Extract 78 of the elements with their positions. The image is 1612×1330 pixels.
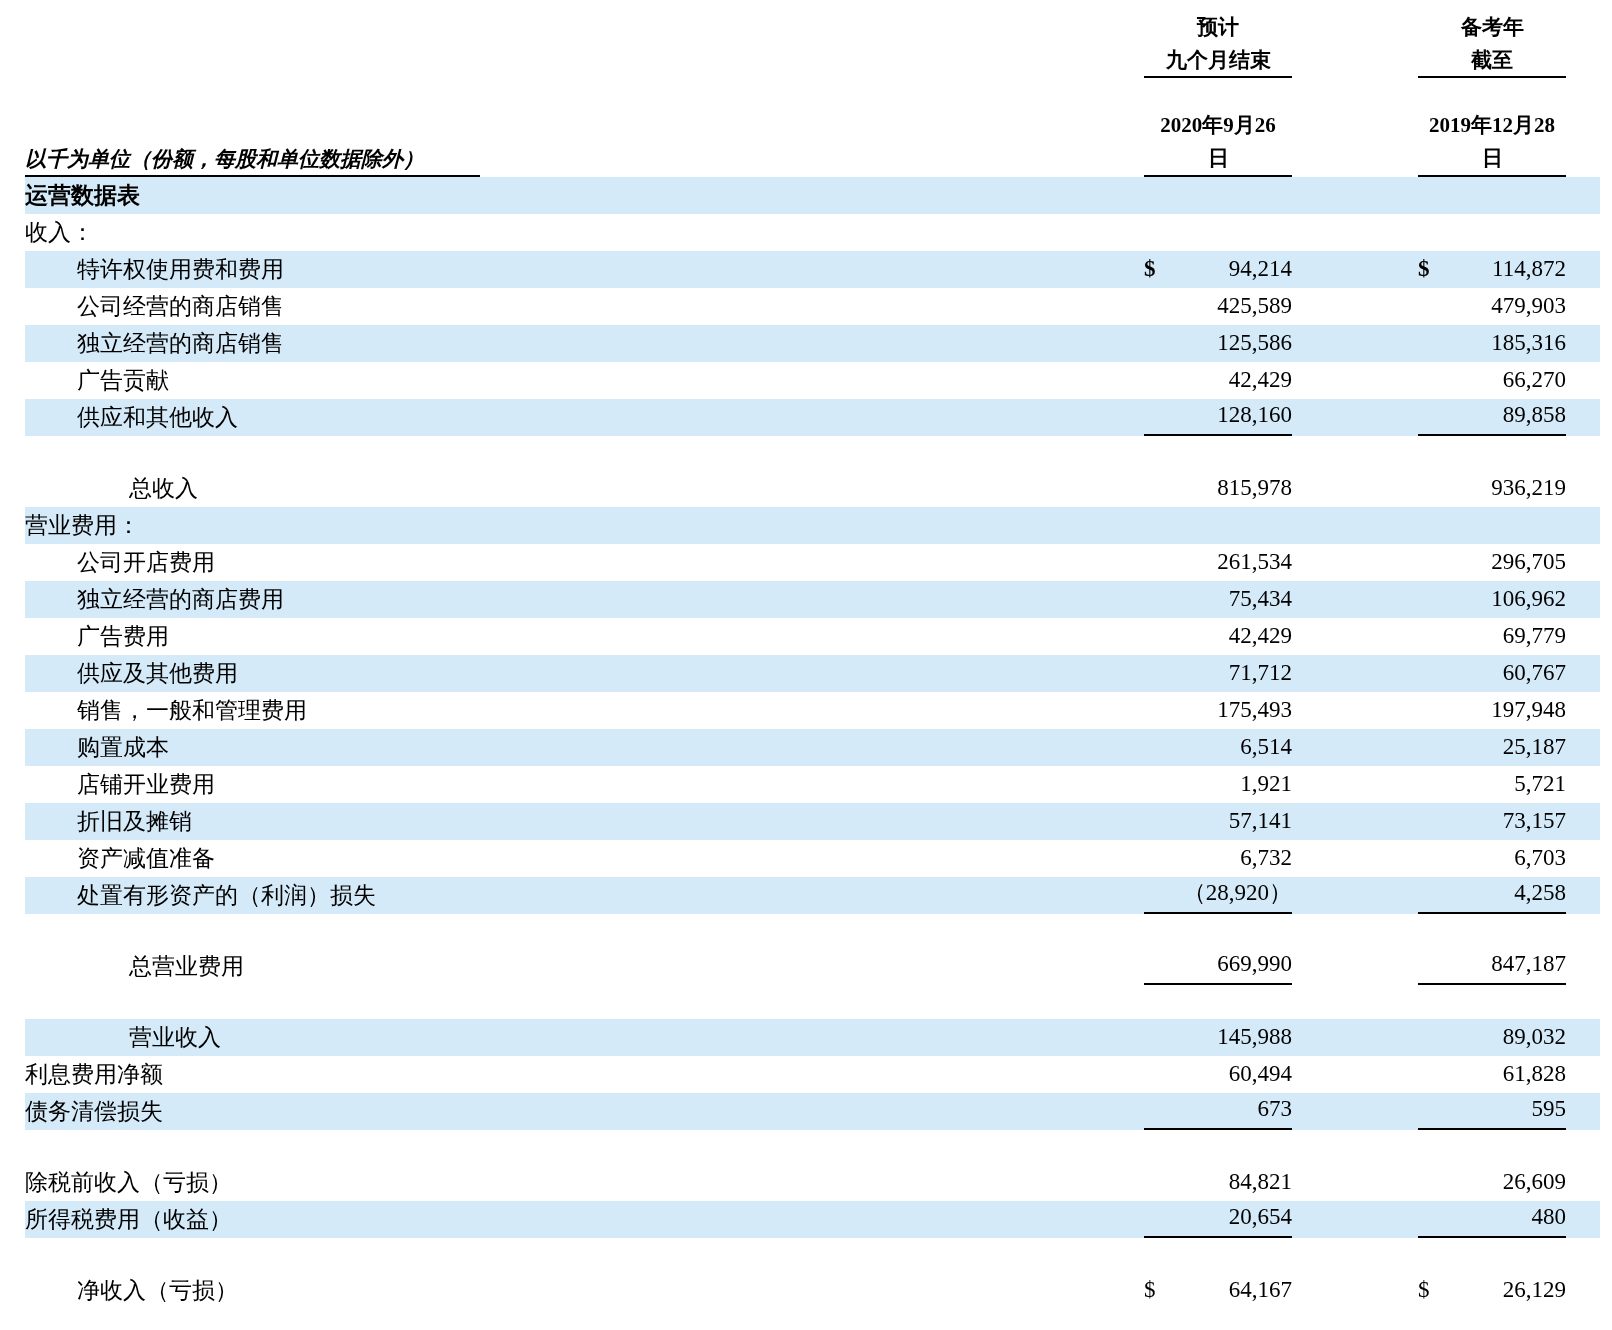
table-cell-text: 69,779 (1502, 621, 1566, 650)
row-label: 广告费用 (77, 622, 169, 652)
table-cell-text: 26,129 (1502, 1275, 1566, 1304)
table-cell-text: 479,903 (1491, 291, 1566, 320)
row-label: 利息费用净额 (25, 1060, 163, 1090)
table-cell-text: 261,534 (1217, 547, 1292, 576)
table-cell-text: 84,821 (1228, 1167, 1292, 1196)
row-label: 公司开店费用 (77, 548, 215, 578)
row-label: 独立经营的商店销售 (77, 329, 284, 359)
table-cell-text: 128,160 (1217, 400, 1292, 429)
row-label: 总收入 (129, 474, 198, 504)
table-cell-text: 125,586 (1217, 328, 1292, 357)
table-cell-text: 296,705 (1491, 547, 1566, 576)
currency-symbol: $ (1418, 1275, 1430, 1304)
table-cell-text: 61,828 (1502, 1059, 1566, 1088)
table-cell-text: 66,270 (1502, 365, 1566, 394)
table-cell-text: 425,589 (1217, 291, 1292, 320)
table-cell-text: 26,609 (1502, 1167, 1566, 1196)
row-label: 资产减值准备 (77, 844, 215, 874)
table-cell-text: 106,962 (1491, 584, 1566, 613)
row-label: 营业收入 (129, 1023, 221, 1053)
table-cell-text: 114,872 (1492, 254, 1566, 283)
table-cell-text: 6,732 (1240, 843, 1292, 872)
row-label: 收入： (25, 218, 94, 248)
row-label: 营业费用： (25, 511, 140, 541)
table-cell-text: 57,141 (1228, 806, 1292, 835)
currency-symbol: $ (1418, 254, 1430, 283)
table-cell-text: 25,187 (1502, 732, 1566, 761)
column-heading: 预计 九个月结束 (1144, 10, 1292, 78)
row-label: 销售，一般和管理费用 (77, 696, 307, 726)
table-cell-text: 815,978 (1217, 473, 1292, 502)
table-cell-text: 60,494 (1228, 1059, 1292, 1088)
table-cell-text: 94,214 (1228, 254, 1292, 283)
row-label: 处置有形资产的（利润）损失 (77, 881, 376, 911)
table-cell-text: 75,434 (1228, 584, 1292, 613)
row-label: 独立经营的商店费用 (77, 585, 284, 615)
table-cell-text: 60,767 (1502, 658, 1566, 687)
table-cell-text: 6,703 (1514, 843, 1566, 872)
table-cell-text: 89,032 (1502, 1022, 1566, 1051)
row-label: 特许权使用费和费用 (77, 255, 284, 285)
row-label: 供应和其他收入 (77, 403, 238, 433)
table-cell-text: 145,988 (1217, 1022, 1292, 1051)
table-cell-text: 5,721 (1514, 769, 1566, 798)
table-cell-text: 595 (1531, 1094, 1566, 1123)
row-label: 购置成本 (77, 733, 169, 763)
table-cell-text: 197,948 (1491, 695, 1566, 724)
column-heading: 备考年 截至 (1418, 10, 1566, 78)
row-label: 净收入（亏损） (77, 1276, 238, 1306)
row-label: 债务清偿损失 (25, 1097, 163, 1127)
row-label: 供应及其他费用 (77, 659, 238, 689)
table-cell-text: 185,316 (1491, 328, 1566, 357)
table-cell-text: 20,654 (1228, 1202, 1292, 1231)
row-label: 总营业费用 (129, 952, 244, 982)
table-cell-text: 71,712 (1228, 658, 1292, 687)
table-cell-text: 73,157 (1502, 806, 1566, 835)
row-label: 广告贡献 (77, 366, 169, 396)
currency-symbol: $ (1144, 254, 1156, 283)
table-cell-text: 89,858 (1502, 400, 1566, 429)
row-label: 折旧及摊销 (77, 807, 192, 837)
table-cell-text: 42,429 (1228, 621, 1292, 650)
row-label: 运营数据表 (25, 181, 140, 211)
table-cell-text: 64,167 (1228, 1275, 1292, 1304)
table-cell-text: 42,429 (1228, 365, 1292, 394)
currency-symbol: $ (1144, 1275, 1156, 1304)
table-cell-text: 936,219 (1491, 473, 1566, 502)
table-cell-text: 175,493 (1217, 695, 1292, 724)
table-cell-text: 4,258 (1514, 878, 1566, 907)
table-cell-text: 480 (1531, 1202, 1566, 1231)
row-label: 店铺开业费用 (77, 770, 215, 800)
row-label: 所得税费用（收益） (25, 1205, 232, 1235)
table-cell-text: 669,990 (1217, 949, 1292, 978)
table-cell-text: 673 (1257, 1094, 1292, 1123)
table-cell-text: 6,514 (1240, 732, 1292, 761)
row-label: 除税前收入（亏损） (25, 1168, 232, 1198)
table-cell-text: 1,921 (1240, 769, 1292, 798)
table-cell-text: （28,920） (1182, 878, 1292, 907)
row-label: 公司经营的商店销售 (77, 292, 284, 322)
table-cell-text: 847,187 (1491, 949, 1566, 978)
